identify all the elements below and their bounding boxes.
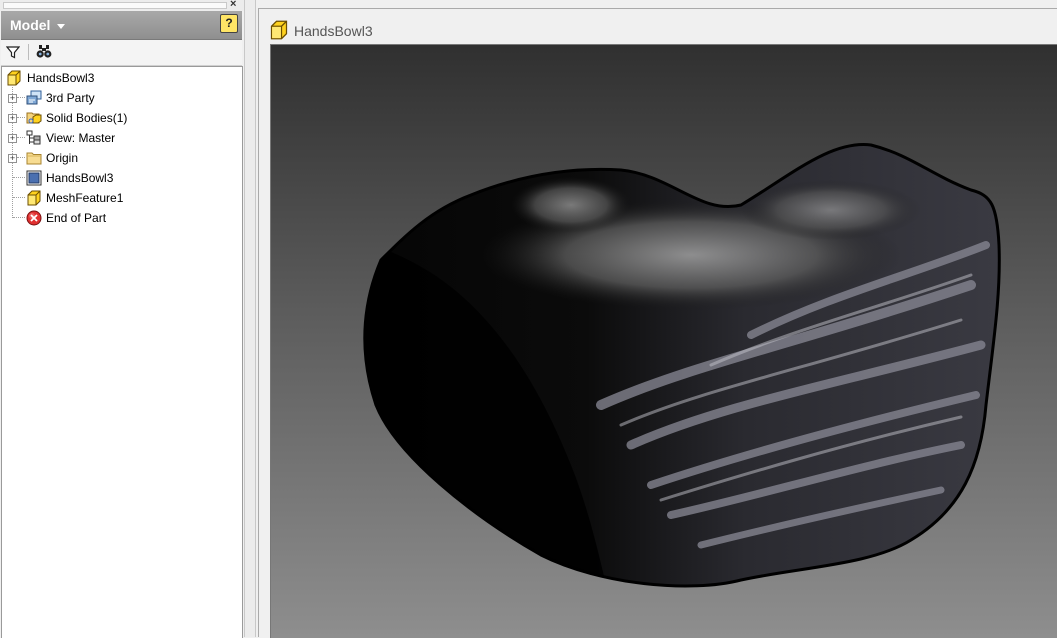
panel-header: Model ? xyxy=(1,11,242,40)
panel-close-icon[interactable]: × xyxy=(230,0,236,10)
tree-item-label: Origin xyxy=(46,151,79,165)
chevron-down-icon[interactable] xyxy=(57,24,65,29)
panel-top-strip xyxy=(0,0,244,11)
expand-plus-icon[interactable]: + xyxy=(8,154,17,163)
panel-grip-bar[interactable] xyxy=(3,2,227,9)
third-party-icon xyxy=(26,90,42,105)
toolbar-divider xyxy=(28,44,29,60)
mesh-body xyxy=(363,143,1001,588)
tree-item-origin[interactable]: + Origin xyxy=(2,148,240,168)
expand-plus-icon[interactable]: + xyxy=(8,134,17,143)
solid-bodies-folder-icon xyxy=(26,112,42,124)
tree-item-label: View: Master xyxy=(46,131,116,145)
document-title: HandsBowl3 xyxy=(294,23,373,39)
part-cube-icon xyxy=(27,190,41,206)
panel-splitter[interactable] xyxy=(244,0,256,637)
model-browser-panel: × Model ? HandsBowl3 + 3rd Party + Solid… xyxy=(0,0,244,638)
filter-icon[interactable] xyxy=(6,45,20,59)
document-window: HandsBowl3 xyxy=(258,8,1057,638)
mesh-body-icon xyxy=(26,170,42,186)
part-cube-icon xyxy=(7,70,21,86)
tree-item-view-master[interactable]: + View: Master xyxy=(2,128,240,148)
folder-icon xyxy=(26,152,42,165)
expand-plus-icon[interactable]: + xyxy=(8,94,17,103)
tree-item-label: MeshFeature1 xyxy=(46,191,124,205)
tree-item-label: HandsBowl3 xyxy=(27,71,95,85)
tree-item-3rd-party[interactable]: + 3rd Party xyxy=(2,88,240,108)
tree-item-label: Solid Bodies(1) xyxy=(46,111,128,125)
tree-item-label: End of Part xyxy=(46,211,107,225)
tree-item-solid-bodies[interactable]: + Solid Bodies(1) xyxy=(2,108,240,128)
tree-item-end-of-part[interactable]: End of Part xyxy=(2,208,240,228)
part-cube-icon xyxy=(270,20,288,40)
view-rep-icon xyxy=(26,130,41,145)
panel-title-dropdown[interactable]: Model xyxy=(10,17,50,33)
browser-toolbar xyxy=(1,40,242,66)
help-button[interactable]: ? xyxy=(220,14,238,33)
expand-plus-icon[interactable]: + xyxy=(8,114,17,123)
binoculars-icon[interactable] xyxy=(36,44,52,59)
model-tree: HandsBowl3 + 3rd Party + Solid Bodies(1) xyxy=(1,66,243,638)
graphics-viewport[interactable] xyxy=(270,44,1057,638)
tree-item-label: 3rd Party xyxy=(46,91,95,105)
tree-item-root[interactable]: HandsBowl3 xyxy=(2,68,240,88)
tree-item-mesh-body[interactable]: HandsBowl3 xyxy=(2,168,240,188)
end-of-part-icon xyxy=(26,210,42,226)
tree-item-label: HandsBowl3 xyxy=(46,171,114,185)
3d-mesh-model[interactable] xyxy=(271,45,1057,638)
tree-item-mesh-feature[interactable]: MeshFeature1 xyxy=(2,188,240,208)
